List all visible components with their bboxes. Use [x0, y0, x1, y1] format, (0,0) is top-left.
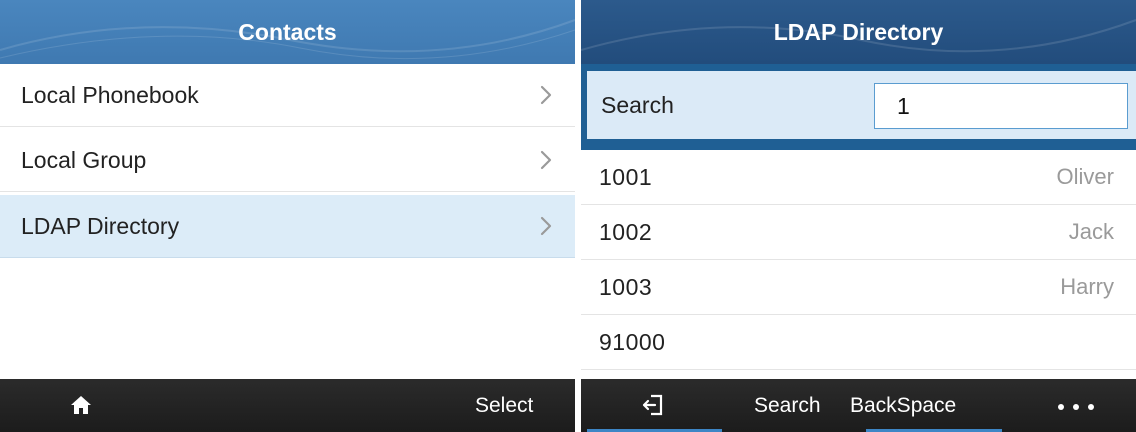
directory-entry[interactable]: 1001 Oliver	[581, 150, 1136, 205]
chevron-right-icon	[540, 216, 552, 236]
entry-number: 1002	[599, 219, 653, 245]
menu-item-label: LDAP Directory	[21, 212, 180, 239]
backspace-softkey[interactable]: BackSpace	[850, 394, 956, 418]
contacts-title: Contacts	[238, 18, 337, 45]
more-icon[interactable]	[1057, 403, 1095, 411]
search-input[interactable]: 1	[874, 83, 1128, 129]
search-label: Search	[601, 92, 674, 118]
ldap-softkey-bar: Search BackSpace	[581, 379, 1136, 432]
exit-icon[interactable]	[642, 393, 664, 417]
entry-number: 91000	[599, 329, 666, 355]
entry-number: 1001	[599, 164, 653, 190]
menu-item-label: Local Phonebook	[21, 81, 199, 108]
menu-item-ldap-directory[interactable]: LDAP Directory	[0, 195, 575, 258]
contacts-screen: Contacts Local Phonebook Local Group LDA…	[0, 0, 575, 432]
search-field-container: Search 1	[587, 71, 1136, 139]
entry-name: Jack	[1068, 219, 1114, 244]
select-softkey[interactable]: Select	[475, 394, 533, 418]
entry-name: Harry	[1060, 274, 1114, 299]
directory-entry[interactable]: 91000	[581, 315, 1136, 370]
home-icon[interactable]	[70, 395, 92, 415]
ldap-title-bar: LDAP Directory	[581, 0, 1136, 64]
chevron-right-icon	[540, 150, 552, 170]
chevron-right-icon	[540, 85, 552, 105]
search-softkey[interactable]: Search	[754, 394, 821, 418]
ldap-directory-screen: LDAP Directory Search 1 1001 Oliver 1002…	[581, 0, 1136, 432]
directory-entry[interactable]: 1003 Harry	[581, 260, 1136, 315]
contacts-softkey-bar: Select	[0, 379, 575, 432]
search-row: Search 1	[581, 64, 1136, 150]
menu-item-local-group[interactable]: Local Group	[0, 129, 575, 192]
menu-item-label: Local Group	[21, 146, 147, 173]
ldap-title: LDAP Directory	[773, 18, 944, 45]
contacts-title-bar: Contacts	[0, 0, 575, 64]
menu-item-local-phonebook[interactable]: Local Phonebook	[0, 64, 575, 127]
directory-entry[interactable]: 1002 Jack	[581, 205, 1136, 260]
entry-number: 1003	[599, 274, 653, 300]
entry-name: Oliver	[1056, 164, 1114, 189]
